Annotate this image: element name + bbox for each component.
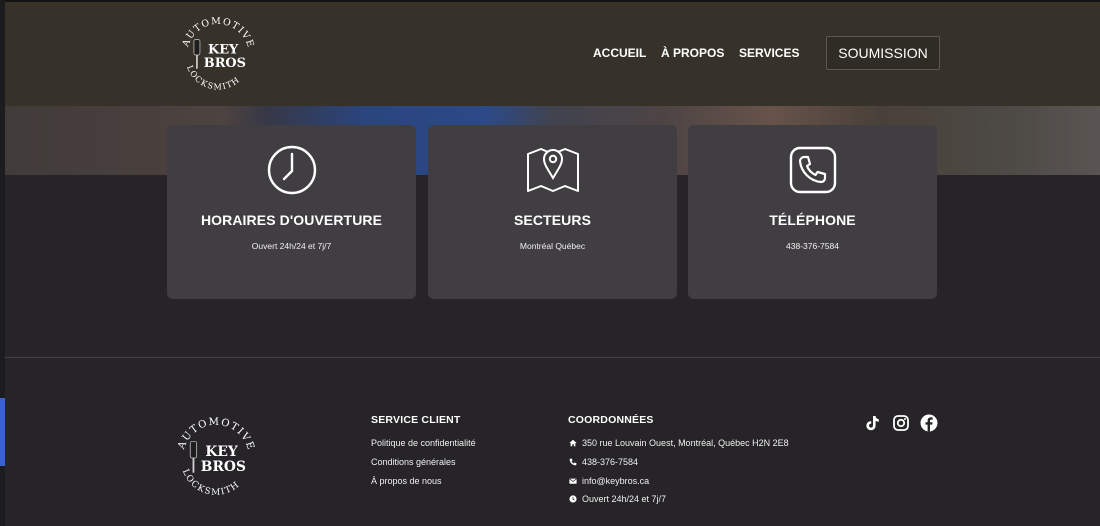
site-header: AUTOMOTIVE LOCKSMITH KEY BROS ACCUEIL À … [5,2,1100,106]
instagram-icon[interactable] [892,414,910,432]
service-client-title: SERVICE CLIENT [371,414,461,426]
envelope-icon [568,476,578,486]
card-sectors-text: Montréal Québec [519,241,586,251]
card-sectors: SECTEURS Montréal Québec [428,125,677,299]
nav-accueil[interactable]: ACCUEIL [593,46,646,60]
map-pin-icon [525,142,581,198]
site-logo[interactable]: AUTOMOTIVE LOCKSMITH KEY BROS [175,12,261,98]
coordonnees-title: COORDONNÉES [568,414,654,426]
footer-logo[interactable]: AUTOMOTIVE LOCKSMITH KEY BROS [170,412,262,504]
clock-icon [568,494,578,504]
contact-email[interactable]: info@keybros.ca [568,476,649,486]
svg-text:BROS: BROS [201,459,246,475]
tiktok-icon[interactable] [863,414,881,432]
card-hours-title: HORAIRES D'OUVERTURE [200,212,383,228]
clock-icon [264,142,320,198]
contact-address: 350 rue Louvain Ouest, Montréal, Québec … [568,438,789,448]
link-about[interactable]: À propos de nous [371,476,442,486]
nav-a-propos[interactable]: À PROPOS [661,46,724,60]
card-hours: HORAIRES D'OUVERTURE Ouvert 24h/24 et 7j… [167,125,416,299]
contact-hours: Ouvert 24h/24 et 7j/7 [568,494,666,504]
phone-icon [568,457,578,467]
contact-phone[interactable]: 438-376-7584 [568,457,638,467]
side-tab[interactable] [0,398,5,466]
svg-text:KEY: KEY [205,444,238,460]
link-privacy[interactable]: Politique de confidentialité [371,438,476,448]
svg-text:BROS: BROS [204,56,246,71]
card-phone: TÉLÉPHONE 438-376-7584 [688,125,937,299]
home-icon [568,438,578,448]
svg-text:KEY: KEY [208,42,239,57]
card-phone-text[interactable]: 438-376-7584 [688,241,937,251]
card-hours-text: Ouvert 24h/24 et 7j/7 [251,241,332,251]
card-sectors-title: SECTEURS [513,212,592,228]
card-phone-title: TÉLÉPHONE [769,212,856,228]
footer-divider [5,357,1100,358]
soumission-button[interactable]: SOUMISSION [826,36,940,70]
link-terms[interactable]: Conditions générales [371,457,456,467]
phone-icon [785,142,841,198]
facebook-icon[interactable] [920,414,938,432]
nav-services[interactable]: SERVICES [739,46,799,60]
